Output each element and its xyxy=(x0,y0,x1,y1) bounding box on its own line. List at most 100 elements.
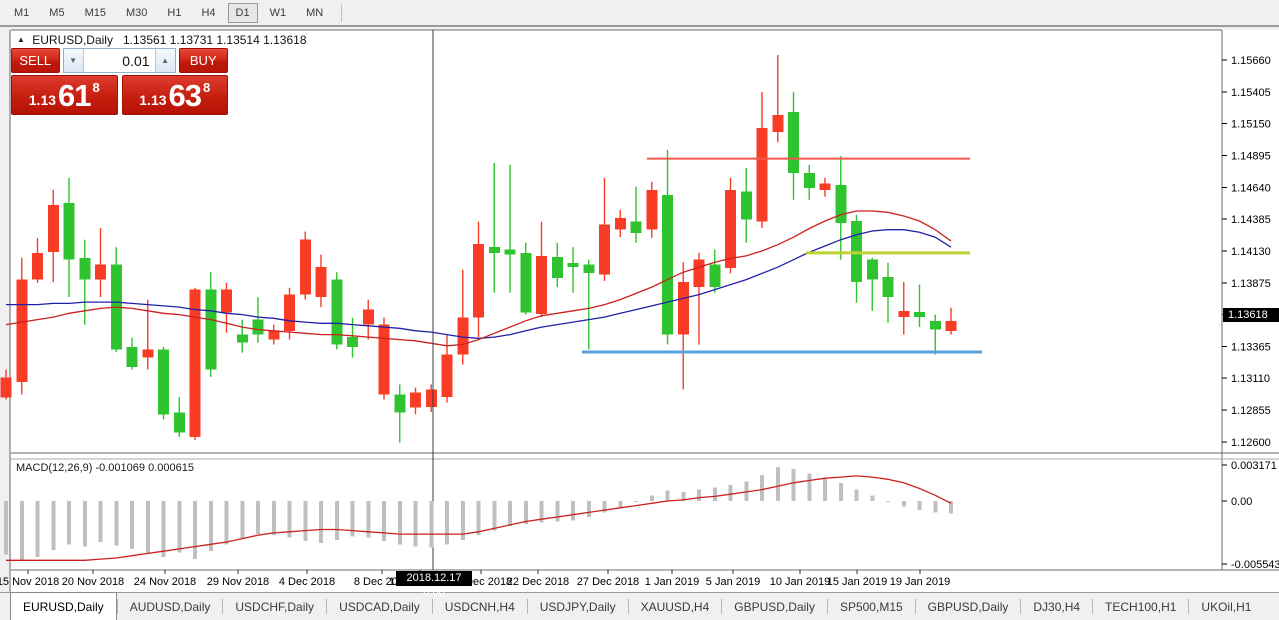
candle-body xyxy=(158,350,169,415)
volume-input[interactable] xyxy=(84,49,155,72)
candle-body xyxy=(316,267,327,297)
candle-body xyxy=(394,394,405,412)
chart-tab-usdcad-daily[interactable]: USDCAD,Daily xyxy=(327,593,432,620)
candle-body xyxy=(694,260,705,287)
candle-body xyxy=(142,350,153,358)
candle-body xyxy=(363,310,374,325)
date-tick-label: 20 Nov 2018 xyxy=(62,576,124,588)
sell-button[interactable]: SELL xyxy=(11,48,60,73)
candle-body xyxy=(489,247,500,253)
chart-tab-usdcnh-h4[interactable]: USDCNH,H4 xyxy=(433,593,527,620)
volume-decrease-button[interactable]: ▼ xyxy=(64,49,84,72)
candle-body xyxy=(804,173,815,188)
macd-tick-label: -0.005543 xyxy=(1231,559,1279,571)
chart-tab-dj30-h4[interactable]: DJ30,H4 xyxy=(1021,593,1092,620)
macd-histogram-bar xyxy=(445,501,449,544)
macd-histogram-bar xyxy=(933,501,937,512)
candle-body xyxy=(615,218,626,230)
macd-tick-label: 0.00 xyxy=(1231,496,1252,508)
tabs-scroll-left-button[interactable]: ◄ xyxy=(1271,601,1279,612)
candle-body xyxy=(741,192,752,220)
macd-histogram-bar xyxy=(319,501,323,543)
candle-body xyxy=(48,205,59,252)
candle-body xyxy=(898,311,909,317)
candle-body xyxy=(268,331,279,340)
candle-body xyxy=(662,195,673,335)
macd-indicator-label: MACD(12,26,9) -0.001069 0.000615 xyxy=(16,462,194,474)
candle-body xyxy=(1,378,12,398)
macd-histogram-bar xyxy=(303,501,307,541)
macd-histogram-bar xyxy=(697,490,701,501)
date-tick-label: 22 Dec 2018 xyxy=(507,576,569,588)
chart-tab-eurusd-daily[interactable]: EURUSD,Daily xyxy=(10,592,117,620)
one-click-trade-panel: SELL ▼ ▲ BUY 1.13 61 8 1.13 63 8 xyxy=(11,48,228,115)
macd-histogram-bar xyxy=(870,495,874,501)
macd-histogram-bar xyxy=(918,501,922,510)
date-tick-label: 15 Jan 2019 xyxy=(827,576,888,588)
chart-tab-sp500-m15[interactable]: SP500,M15 xyxy=(828,593,915,620)
date-tick-label: 5 Jan 2019 xyxy=(706,576,760,588)
macd-histogram-bar xyxy=(477,501,481,535)
macd-histogram-bar xyxy=(20,501,24,560)
macd-histogram-bar xyxy=(571,501,575,520)
candle-body xyxy=(410,393,421,408)
price-tick-label: 1.14640 xyxy=(1231,182,1271,194)
candle-body xyxy=(757,128,768,222)
price-tick-label: 1.13365 xyxy=(1231,341,1271,353)
macd-histogram-bar xyxy=(398,501,402,544)
candle-body xyxy=(79,258,90,280)
chart-tab-ukoil-h1[interactable]: UKOil,H1 xyxy=(1189,593,1263,620)
candle-body xyxy=(883,277,894,297)
macd-histogram-bar xyxy=(855,490,859,501)
macd-histogram-bar xyxy=(524,501,528,524)
candle-body xyxy=(568,263,579,267)
candle-body xyxy=(772,115,783,132)
price-tick-label: 1.13875 xyxy=(1231,278,1271,290)
chart-tab-usdjpy-daily[interactable]: USDJPY,Daily xyxy=(528,593,628,620)
candle-body xyxy=(127,347,138,367)
current-price-badge: 1.13618 xyxy=(1223,308,1279,322)
candle-body xyxy=(64,203,75,260)
chart-tab-tech100-h1[interactable]: TECH100,H1 xyxy=(1093,593,1188,620)
macd-histogram-bar xyxy=(666,491,670,501)
candle-body xyxy=(237,335,248,343)
candle-body xyxy=(379,325,390,395)
date-tick-label: 4 Dec 2018 xyxy=(279,576,335,588)
macd-histogram-bar xyxy=(240,501,244,539)
macd-histogram-bar xyxy=(650,495,654,501)
chart-tab-audusd-daily[interactable]: AUDUSD,Daily xyxy=(118,593,223,620)
chart-tab-xauusd-h4[interactable]: XAUUSD,H4 xyxy=(629,593,722,620)
buy-button[interactable]: BUY xyxy=(179,48,228,73)
date-tick-label: 24 Nov 2018 xyxy=(134,576,196,588)
buy-price-figure: 1.13 xyxy=(139,92,166,108)
sell-price-pips: 61 xyxy=(58,81,90,111)
sell-price-figure: 1.13 xyxy=(29,92,56,108)
chart-tab-gbpusd-daily[interactable]: GBPUSD,Daily xyxy=(722,593,827,620)
macd-histogram-bar xyxy=(130,501,134,549)
buy-price-display[interactable]: 1.13 63 8 xyxy=(122,75,229,115)
candle-body xyxy=(505,250,516,255)
chart-tab-gbpusd-daily[interactable]: GBPUSD,Daily xyxy=(916,593,1021,620)
chart-tab-usdchf-daily[interactable]: USDCHF,Daily xyxy=(223,593,326,620)
date-tick-label: 15 Nov 2018 xyxy=(0,576,59,588)
date-tick-label: 10 Jan 2019 xyxy=(770,576,831,588)
chart-title: ▲ EURUSD,Daily 1.13561 1.13731 1.13514 1… xyxy=(17,33,307,47)
price-tick-label: 1.14895 xyxy=(1231,150,1271,162)
chart-ohlc-values: 1.13561 1.13731 1.13514 1.13618 xyxy=(123,33,307,47)
macd-histogram-bar xyxy=(634,501,638,502)
sell-price-display[interactable]: 1.13 61 8 xyxy=(11,75,118,115)
macd-histogram-bar xyxy=(382,501,386,541)
macd-histogram-bar xyxy=(193,501,197,559)
collapse-triangle-icon[interactable]: ▲ xyxy=(17,35,25,44)
macd-histogram-bar xyxy=(618,501,622,508)
candle-body xyxy=(646,190,657,230)
candle-body xyxy=(442,355,453,397)
volume-increase-button[interactable]: ▲ xyxy=(155,49,175,72)
chart-tab-bar: EURUSD,DailyAUDUSD,DailyUSDCHF,DailyUSDC… xyxy=(0,592,1279,620)
price-tick-label: 1.15660 xyxy=(1231,55,1271,67)
candle-body xyxy=(536,256,547,314)
price-tick-label: 1.12855 xyxy=(1231,405,1271,417)
date-tick-label: 1 Jan 2019 xyxy=(645,576,699,588)
macd-histogram-bar xyxy=(51,501,55,550)
candle-body xyxy=(520,253,531,313)
